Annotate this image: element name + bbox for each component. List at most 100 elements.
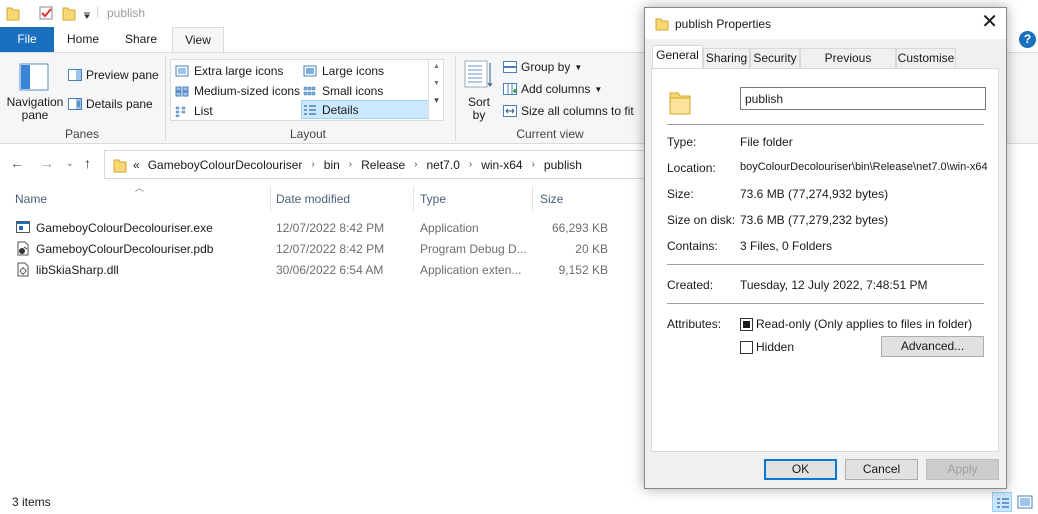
properties-dialog: publish Properties ✕ General Sharing Sec… — [644, 7, 1007, 489]
scroll-up-icon[interactable]: ▲ — [429, 63, 444, 70]
up-arrow-icon[interactable]: ↑ — [84, 155, 91, 171]
tab-previous-versions[interactable]: Previous Versions — [800, 48, 896, 83]
ok-button[interactable]: OK — [764, 459, 837, 480]
breadcrumb-release[interactable]: Release — [361, 158, 405, 172]
chevron-down-icon: ▼ — [574, 62, 583, 72]
layout-small-icons[interactable]: Small icons — [303, 81, 383, 100]
group-by-button[interactable]: Group by ▼ — [503, 60, 582, 74]
file-type: Program Debug D... — [420, 242, 527, 256]
details-pane-icon — [68, 98, 82, 110]
apply-button[interactable]: Apply — [926, 459, 999, 480]
extra-large-icons-icon — [175, 65, 189, 76]
new-folder-icon[interactable] — [62, 5, 76, 21]
back-arrow-icon[interactable]: ← — [10, 155, 24, 171]
tab-general[interactable]: General — [652, 45, 703, 69]
file-name: GameboyColourDecolouriser.pdb — [36, 242, 214, 256]
layout-extra-large-icons[interactable]: Extra large icons — [175, 61, 283, 80]
column-header-date[interactable]: Date modified — [276, 192, 350, 206]
close-icon[interactable]: ✕ — [981, 12, 998, 32]
small-icons-icon — [303, 86, 316, 95]
large-icons-icon — [303, 65, 317, 76]
layout-medium-icons[interactable]: Medium-sized icons — [175, 81, 300, 100]
help-icon[interactable]: ? — [1019, 31, 1036, 48]
file-date: 30/06/2022 6:54 AM — [276, 263, 384, 277]
customize-qat-icon[interactable] — [82, 5, 92, 21]
folder-name-input[interactable] — [740, 87, 986, 110]
breadcrumb-separator-icon[interactable]: › — [349, 159, 352, 170]
divider — [667, 303, 984, 304]
title-separator: | — [96, 4, 100, 18]
breadcrumb-win-x64[interactable]: win-x64 — [481, 158, 522, 172]
breadcrumb-separator-icon[interactable]: › — [311, 159, 314, 170]
file-size: 66,293 KB — [551, 221, 608, 235]
medium-icons-icon — [175, 86, 189, 96]
column-divider[interactable] — [413, 186, 414, 212]
dialog-title: publish Properties — [675, 17, 772, 31]
layout-large-icons[interactable]: Large icons — [303, 61, 384, 80]
column-divider[interactable] — [270, 186, 271, 212]
column-header-name[interactable]: Name — [15, 192, 47, 206]
readonly-label[interactable]: Read-only (Only applies to files in fold… — [756, 317, 972, 331]
breadcrumb-gameboycolourdecolouriser[interactable]: GameboyColourDecolouriser — [148, 158, 303, 172]
size-all-columns-button[interactable]: Size all columns to fit — [503, 104, 634, 118]
layout-list[interactable]: List — [175, 101, 213, 120]
details-view-icon[interactable] — [992, 492, 1012, 512]
details-pane-button[interactable]: Details pane — [68, 97, 153, 111]
navigation-pane-icon — [19, 63, 49, 91]
breadcrumb-separator-icon[interactable]: › — [469, 159, 472, 170]
pdb-icon — [17, 241, 29, 256]
breadcrumb-overflow[interactable]: « — [133, 158, 140, 172]
attributes-label: Attributes: — [667, 317, 722, 331]
breadcrumb-publish[interactable]: publish — [544, 158, 582, 172]
breadcrumb-net7[interactable]: net7.0 — [427, 158, 460, 172]
table-row[interactable]: libSkiaSharp.dll 30/06/2022 6:54 AM Appl… — [14, 260, 614, 280]
ribbon-divider — [165, 57, 166, 141]
tab-share[interactable]: Share — [116, 27, 166, 52]
layout-details[interactable]: Details — [301, 100, 429, 119]
advanced-button[interactable]: Advanced... — [881, 336, 984, 357]
dialog-title-bar[interactable]: publish Properties ✕ — [645, 8, 1006, 39]
hidden-checkbox[interactable] — [740, 341, 753, 354]
properties-checkmark-icon[interactable] — [38, 5, 54, 21]
scroll-down-icon[interactable]: ▼ — [429, 80, 444, 87]
add-columns-icon — [503, 83, 517, 95]
sort-by-button[interactable]: Sort by — [463, 96, 495, 122]
column-header-size[interactable]: Size — [540, 192, 563, 206]
column-divider[interactable] — [532, 186, 533, 212]
preview-pane-button[interactable]: Preview pane — [68, 68, 159, 82]
table-row[interactable]: GameboyColourDecolouriser.exe 12/07/2022… — [14, 218, 614, 238]
navigation-pane-button[interactable]: Navigation pane — [6, 96, 64, 122]
tab-home[interactable]: Home — [58, 27, 108, 52]
tab-file[interactable]: File — [0, 27, 54, 52]
group-by-label: Group by — [521, 60, 571, 74]
table-row[interactable]: GameboyColourDecolouriser.pdb 12/07/2022… — [14, 239, 614, 259]
details-icon — [304, 104, 316, 115]
folder-icon — [655, 18, 669, 31]
recent-locations-chevron-icon[interactable]: ⌄ — [66, 158, 74, 169]
dll-icon — [17, 262, 29, 277]
file-size: 20 KB — [575, 242, 608, 256]
tab-sharing[interactable]: Sharing — [703, 48, 750, 68]
tab-security[interactable]: Security — [750, 48, 800, 68]
tab-customise[interactable]: Customise — [896, 48, 956, 68]
file-type: Application exten... — [420, 263, 522, 277]
preview-pane-label: Preview pane — [86, 68, 159, 82]
large-icons-view-icon[interactable] — [1015, 492, 1035, 512]
breadcrumb-separator-icon[interactable]: › — [414, 159, 417, 170]
expand-gallery-icon[interactable]: ▾ — [429, 95, 444, 106]
size-label: Size: — [667, 187, 694, 201]
size-columns-icon — [503, 105, 517, 117]
add-columns-button[interactable]: Add columns ▼ — [503, 82, 602, 96]
readonly-checkbox[interactable] — [740, 318, 753, 331]
folder-icon[interactable] — [6, 5, 20, 21]
breadcrumb-separator-icon[interactable]: › — [532, 159, 535, 170]
tab-view[interactable]: View — [172, 27, 224, 52]
list-label: List — [194, 103, 213, 118]
forward-arrow-icon[interactable]: → — [40, 155, 54, 171]
hidden-label[interactable]: Hidden — [756, 340, 794, 354]
column-header-type[interactable]: Type — [420, 192, 446, 206]
layout-scroll[interactable]: ▲ ▼ ▾ — [428, 59, 444, 121]
address-bar[interactable]: « GameboyColourDecolouriser › bin › Rele… — [104, 150, 646, 179]
cancel-button[interactable]: Cancel — [845, 459, 918, 480]
breadcrumb-bin[interactable]: bin — [324, 158, 340, 172]
